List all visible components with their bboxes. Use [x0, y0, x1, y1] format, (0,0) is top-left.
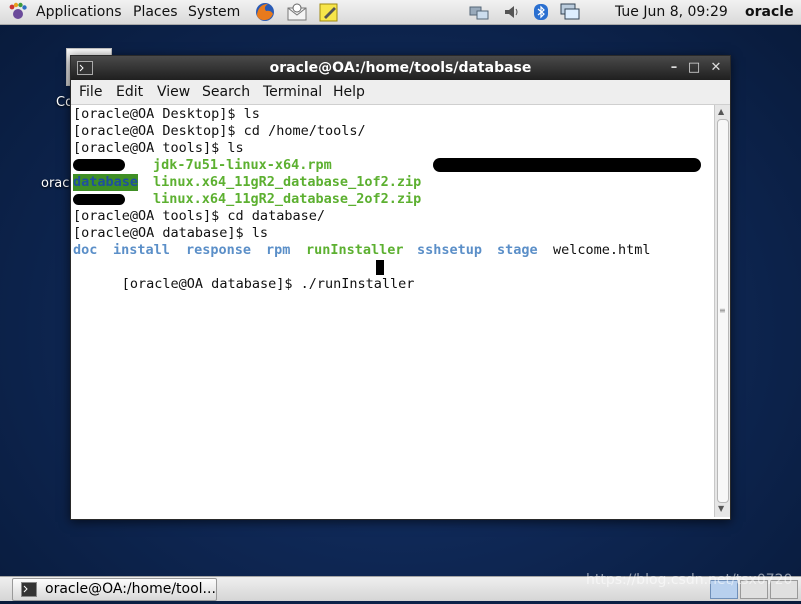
- dir-entry: doc: [73, 242, 98, 258]
- file-entry: linux.x64_11gR2_database_1of2.zip: [153, 174, 422, 190]
- system-menu[interactable]: System: [188, 0, 240, 24]
- file-entry: welcome.html: [553, 242, 651, 258]
- volume-icon[interactable]: [503, 3, 521, 21]
- display-icon[interactable]: [558, 3, 582, 21]
- maximize-icon[interactable]: □: [685, 59, 703, 77]
- network-icon[interactable]: [468, 3, 490, 21]
- window-menubar: File Edit View Search Terminal Help: [71, 80, 730, 105]
- menu-terminal[interactable]: Terminal: [263, 80, 322, 104]
- user-menu[interactable]: oracle: [745, 0, 794, 24]
- scroll-up-icon[interactable]: ▲: [718, 107, 724, 116]
- scroll-down-icon[interactable]: ▼: [718, 504, 724, 513]
- menu-help[interactable]: Help: [333, 80, 365, 104]
- file-entry: linux.x64_11gR2_database_2of2.zip: [153, 191, 422, 207]
- scrollbar[interactable]: ▲ ≡ ▼: [714, 105, 730, 517]
- terminal-line: doc install response rpm runInstaller ss…: [73, 242, 709, 259]
- terminal-prompt-line: [oracle@OA database]$ ./runInstaller: [73, 259, 423, 292]
- close-icon[interactable]: ✕: [707, 59, 725, 77]
- dir-entry: install: [113, 242, 170, 258]
- firefox-icon[interactable]: [254, 2, 276, 22]
- redaction: [433, 158, 701, 172]
- menu-file[interactable]: File: [79, 80, 102, 104]
- dir-entry: rpm: [266, 242, 291, 258]
- dir-entry: database: [73, 174, 139, 191]
- menu-edit[interactable]: Edit: [116, 80, 143, 104]
- file-entry: jdk-7u51-linux-x64.rpm: [153, 157, 332, 173]
- window-title: oracle@OA:/home/tools/database: [269, 60, 532, 76]
- mail-icon[interactable]: [286, 2, 308, 22]
- terminal-icon: [21, 582, 37, 604]
- terminal-line: [oracle@OA tools]$ cd database/: [73, 208, 325, 224]
- places-menu[interactable]: Places: [133, 0, 178, 24]
- gnome-foot-icon[interactable]: [6, 0, 30, 24]
- top-panel: Applications Places System Tue Jun 8, 09…: [0, 0, 801, 25]
- watermark-text: https://blog.csdn.net/tsx0720: [586, 572, 793, 588]
- taskbar-terminal-button[interactable]: oracle@OA:/home/tool...: [12, 578, 217, 601]
- clock[interactable]: Tue Jun 8, 09:29: [615, 0, 728, 24]
- taskbar-label: oracle@OA:/home/tool...: [45, 581, 216, 597]
- text-cursor: [376, 260, 384, 275]
- scroll-thumb[interactable]: ≡: [717, 119, 729, 503]
- terminal-line: database linux.x64_11gR2_database_1of2.z…: [73, 174, 709, 191]
- bluetooth-icon[interactable]: [532, 3, 550, 21]
- grip-icon: ≡: [719, 306, 726, 315]
- terminal-line: linux.x64_11gR2_database_2of2.zip: [73, 191, 709, 208]
- terminal-window[interactable]: oracle@OA:/home/tools/database – □ ✕ Fil…: [70, 55, 731, 520]
- redaction: [73, 159, 125, 171]
- terminal-output[interactable]: [oracle@OA Desktop]$ ls [oracle@OA Deskt…: [71, 105, 714, 517]
- menu-search[interactable]: Search: [202, 80, 250, 104]
- dir-entry: sshsetup: [417, 242, 483, 258]
- desktop-icon-label: oracl: [41, 176, 74, 191]
- terminal-line: [oracle@OA Desktop]$ ls: [73, 106, 260, 122]
- text-editor-icon[interactable]: [318, 2, 340, 22]
- terminal-line: [oracle@OA tools]$ ls: [73, 140, 244, 156]
- terminal-line: [oracle@OA database]$ ls: [73, 225, 269, 241]
- redaction: [73, 194, 125, 205]
- minimize-icon[interactable]: –: [665, 59, 683, 77]
- terminal-command: [oracle@OA database]$ ./runInstaller: [121, 276, 423, 292]
- terminal-line: [oracle@OA Desktop]$ cd /home/tools/: [73, 123, 366, 139]
- window-titlebar[interactable]: oracle@OA:/home/tools/database – □ ✕: [71, 56, 730, 80]
- dir-entry: stage: [497, 242, 538, 258]
- terminal-line: jdk-7u51-linux-x64.rpm: [73, 157, 709, 174]
- menu-view[interactable]: View: [157, 80, 190, 104]
- exec-entry: runInstaller: [306, 242, 404, 258]
- dir-entry: response: [186, 242, 252, 258]
- applications-menu[interactable]: Applications: [36, 0, 122, 24]
